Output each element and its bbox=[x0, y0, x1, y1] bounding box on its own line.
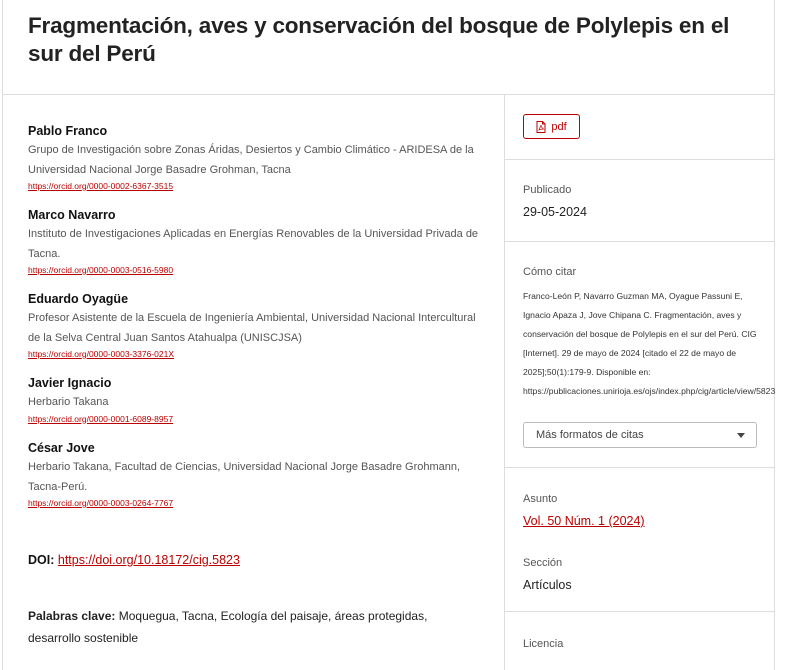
issue-section: Asunto Vol. 50 Núm. 1 (2024) bbox=[505, 468, 775, 533]
author-entry: César Jove Herbario Takana, Facultad de … bbox=[28, 440, 488, 509]
author-orcid-link[interactable]: https://orcid.org/0000-0003-3376-021X bbox=[28, 348, 488, 360]
section-label: Sección bbox=[523, 557, 563, 569]
author-affiliation: Herbario Takana, Facultad de Ciencias, U… bbox=[28, 461, 461, 493]
license-section: Licencia bbox=[505, 612, 775, 670]
citation-formats-label: Más formatos de citas bbox=[536, 429, 644, 441]
published-date: 29-05-2024 bbox=[523, 205, 587, 219]
doi-link[interactable]: https://doi.org/10.18172/cig.5823 bbox=[58, 553, 240, 567]
doi-label: DOI: bbox=[28, 553, 55, 567]
cite-section: Cómo citar Franco-León P, Navarro Guzman… bbox=[505, 242, 775, 468]
author-entry: Eduardo Oyagüe Profesor Asistente de la … bbox=[28, 291, 488, 360]
issue-link[interactable]: Vol. 50 Núm. 1 (2024) bbox=[523, 514, 645, 528]
author-affiliation: Instituto de Investigaciones Aplicadas e… bbox=[28, 228, 479, 260]
license-label: Licencia bbox=[523, 638, 564, 650]
author-affiliation: Grupo de Investigación sobre Zonas Árida… bbox=[28, 144, 474, 176]
author-name: César Jove bbox=[28, 441, 95, 455]
file-pdf-icon bbox=[536, 120, 546, 133]
author-entry: Marco Navarro Instituto de Investigacion… bbox=[28, 207, 488, 276]
section-value: Artículos bbox=[523, 578, 572, 592]
citation-text: Franco-León P, Navarro Guzman MA, Oyague… bbox=[523, 291, 776, 396]
author-name: Eduardo Oyagüe bbox=[28, 292, 129, 306]
keywords-label: Palabras clave: bbox=[28, 609, 116, 623]
chevron-down-icon bbox=[737, 433, 745, 438]
author-orcid-link[interactable]: https://orcid.org/0000-0001-6089-8957 bbox=[28, 413, 488, 425]
author-orcid-link[interactable]: https://orcid.org/0000-0003-0264-7767 bbox=[28, 497, 488, 509]
keywords: Palabras clave: Moquegua, Tacna, Ecologí… bbox=[28, 605, 468, 649]
author-name: Javier Ignacio bbox=[28, 376, 112, 390]
citation-formats-dropdown[interactable]: Más formatos de citas bbox=[523, 422, 757, 448]
author-entry: Javier Ignacio Herbario Takana https://o… bbox=[28, 375, 488, 425]
published-section: Publicado 29-05-2024 bbox=[505, 160, 775, 242]
cite-label: Cómo citar bbox=[523, 266, 577, 278]
author-orcid-link[interactable]: https://orcid.org/0000-0003-0516-5980 bbox=[28, 264, 488, 276]
author-entry: Pablo Franco Grupo de Investigación sobr… bbox=[28, 123, 488, 192]
section-section: Sección Artículos bbox=[505, 533, 775, 612]
author-orcid-link[interactable]: https://orcid.org/0000-0002-6367-3515 bbox=[28, 180, 488, 192]
author-affiliation: Profesor Asistente de la Escuela de Inge… bbox=[28, 312, 476, 344]
pdf-download-button[interactable]: pdf bbox=[523, 114, 580, 139]
published-label: Publicado bbox=[523, 184, 572, 196]
author-name: Marco Navarro bbox=[28, 208, 116, 222]
doi-row: DOI: https://doi.org/10.18172/cig.5823 bbox=[28, 553, 240, 567]
author-name: Pablo Franco bbox=[28, 124, 108, 138]
article-main: Pablo Franco Grupo de Investigación sobr… bbox=[2, 95, 505, 670]
article-header: Fragmentación, aves y conservación del b… bbox=[2, 0, 775, 95]
issue-label: Asunto bbox=[523, 493, 558, 505]
download-section: pdf bbox=[505, 95, 775, 160]
article-sidebar: pdf Publicado 29-05-2024 Cómo citar Fran… bbox=[505, 95, 775, 670]
author-affiliation: Herbario Takana bbox=[28, 396, 109, 408]
article-title: Fragmentación, aves y conservación del b… bbox=[28, 13, 730, 66]
pdf-label: pdf bbox=[551, 120, 567, 133]
